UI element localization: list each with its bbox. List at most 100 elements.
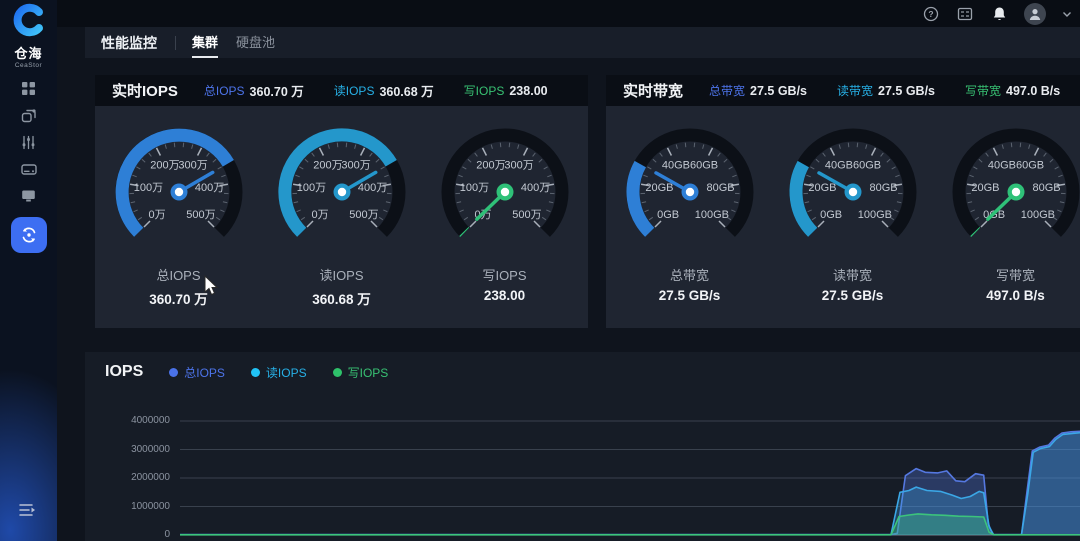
svg-text:100GB: 100GB	[694, 209, 728, 221]
sidebar: 仓海 CeaStor	[0, 0, 57, 541]
topbar: ?	[57, 0, 1080, 27]
notifications-icon[interactable]	[990, 5, 1008, 23]
svg-text:40GB: 40GB	[661, 159, 689, 171]
iops-gauges: 0万100万200万300万400万500万总IOPS360.70 万0万100…	[95, 106, 588, 308]
y-axis-label: 0	[85, 529, 170, 540]
sidebar-item-transfer[interactable]	[19, 107, 39, 123]
svg-text:200万: 200万	[476, 159, 505, 171]
svg-text:0GB: 0GB	[657, 209, 679, 221]
sidebar-item-performance-active[interactable]	[11, 217, 47, 253]
gauge-label: 总带宽	[608, 265, 771, 284]
svg-text:20GB: 20GB	[808, 182, 836, 194]
gauge-value: 360.70 万	[97, 288, 260, 308]
legend-total-iops[interactable]: 总IOPS	[169, 364, 225, 381]
gauge-label: 读IOPS	[260, 265, 423, 284]
stat-write-bandwidth: 写带宽497.0 B/s	[965, 82, 1060, 99]
realtime-bandwidth-title: 实时带宽	[623, 80, 683, 101]
gauge-value: 497.0 B/s	[934, 288, 1080, 303]
svg-text:40GB: 40GB	[824, 159, 852, 171]
svg-text:100GB: 100GB	[857, 209, 891, 221]
tab-cluster[interactable]: 集群	[192, 27, 218, 58]
stat-total-iops: 总IOPS360.70 万	[204, 81, 304, 100]
logo-text: 仓海	[0, 43, 57, 62]
gauge-label: 写IOPS	[423, 265, 586, 284]
iops-chart-title: IOPS	[105, 363, 143, 381]
bandwidth-gauges: 0GB20GB40GB60GB80GB100GB总带宽27.5 GB/s0GB2…	[606, 106, 1080, 303]
page-title: 性能监控	[101, 33, 157, 53]
sliders-icon	[21, 135, 36, 150]
svg-text:500万: 500万	[349, 209, 378, 221]
svg-text:100GB: 100GB	[1020, 209, 1054, 221]
realtime-iops-header: 实时IOPS 总IOPS360.70 万 读IOPS360.68 万 写IOPS…	[95, 75, 588, 106]
nav-divider	[175, 36, 176, 50]
navbar: 性能监控 集群 硬盘池	[85, 27, 1080, 58]
chevron-down-icon[interactable]	[1062, 5, 1072, 23]
gauge-dial: 0GB 20GB 40GB60GB 80GB 100GB	[773, 114, 933, 264]
legend-dot-cyan	[251, 368, 260, 377]
svg-text:0GB: 0GB	[820, 209, 842, 221]
svg-text:300万: 300万	[504, 159, 533, 171]
help-icon[interactable]: ?	[922, 5, 940, 23]
sidebar-item-dashboard[interactable]	[19, 80, 39, 96]
y-axis-label: 3000000	[85, 444, 170, 455]
svg-text:300万: 300万	[341, 159, 370, 171]
y-axis-label: 1000000	[85, 501, 170, 512]
svg-text:100万: 100万	[459, 182, 488, 194]
y-axis-label: 2000000	[85, 472, 170, 483]
gauge: 0GB 20GB 40GB60GB 80GB 100GB 读带宽 27.5 GB/s	[771, 114, 934, 303]
svg-text:500万: 500万	[186, 209, 215, 221]
svg-text:80GB: 80GB	[1032, 182, 1060, 194]
svg-text:80GB: 80GB	[706, 182, 734, 194]
gauge: 0GB20GB40GB60GB80GB100GB写带宽497.0 B/s	[934, 114, 1080, 303]
monitor-icon	[21, 189, 36, 203]
svg-text:20GB: 20GB	[971, 182, 999, 194]
logo-subtext: CeaStor	[0, 62, 57, 69]
legend-write-iops[interactable]: 写IOPS	[333, 364, 389, 381]
svg-text:0万: 0万	[311, 209, 328, 221]
svg-text:40GB: 40GB	[987, 159, 1015, 171]
gauge-dial: 0万100万200万300万400万500万	[425, 114, 585, 264]
gauge-value: 27.5 GB/s	[771, 288, 934, 303]
collapse-menu-icon	[18, 502, 38, 518]
svg-text:100万: 100万	[296, 182, 325, 194]
gauge-value: 27.5 GB/s	[608, 288, 771, 303]
gauge-dial: 0万 100万 200万300万 400万 500万	[262, 114, 422, 264]
sidebar-item-disks[interactable]	[19, 161, 39, 177]
tab-diskpool[interactable]: 硬盘池	[236, 27, 275, 58]
gauge-label: 写带宽	[934, 265, 1080, 284]
logo[interactable]: 仓海 CeaStor	[0, 3, 57, 69]
iops-area-chart	[180, 407, 1080, 541]
gauge-label: 读带宽	[771, 265, 934, 284]
stat-total-bandwidth: 总带宽27.5 GB/s	[709, 82, 807, 99]
svg-text:0万: 0万	[148, 209, 165, 221]
svg-text:100万: 100万	[133, 182, 162, 194]
svg-text:80GB: 80GB	[869, 182, 897, 194]
stat-read-iops: 读IOPS360.68 万	[334, 81, 434, 100]
svg-text:?: ?	[928, 9, 933, 19]
svg-text:60GB: 60GB	[853, 159, 881, 171]
legend-dot-green	[333, 368, 342, 377]
sidebar-item-hosts[interactable]	[19, 188, 39, 204]
svg-text:200万: 200万	[313, 159, 342, 171]
iops-chart-header: IOPS 总IOPS 读IOPS 写IOPS	[85, 352, 1080, 381]
user-avatar[interactable]	[1024, 3, 1046, 25]
gauge: 0万100万200万300万400万500万总IOPS360.70 万	[97, 114, 260, 308]
gauge-value: 360.68 万	[260, 288, 423, 308]
svg-text:60GB: 60GB	[690, 159, 718, 171]
legend-read-iops[interactable]: 读IOPS	[251, 364, 307, 381]
svg-text:400万: 400万	[357, 182, 386, 194]
gauge-dial: 0GB 20GB 40GB60GB 80GB 100GB	[610, 114, 770, 264]
svg-text:20GB: 20GB	[645, 182, 673, 194]
apps-icon[interactable]	[956, 5, 974, 23]
disk-icon	[21, 163, 37, 176]
collapse-sidebar-button[interactable]	[18, 502, 38, 523]
gauge: 0万 100万 200万300万 400万 500万读IOPS 360.68 万	[260, 114, 423, 308]
sidebar-item-config[interactable]	[19, 134, 39, 150]
y-axis-label: 4000000	[85, 415, 170, 426]
transfer-icon	[21, 108, 37, 123]
svg-text:200万: 200万	[150, 159, 179, 171]
svg-text:400万: 400万	[194, 182, 223, 194]
gauge: 0GB 20GB 40GB60GB 80GB 100GB 总带宽 27.5 GB/s	[608, 114, 771, 303]
realtime-bandwidth-panel: 实时带宽 总带宽27.5 GB/s 读带宽27.5 GB/s 写带宽497.0 …	[606, 75, 1080, 328]
gauge: 0万100万200万300万400万500万写IOPS238.00	[423, 114, 586, 308]
